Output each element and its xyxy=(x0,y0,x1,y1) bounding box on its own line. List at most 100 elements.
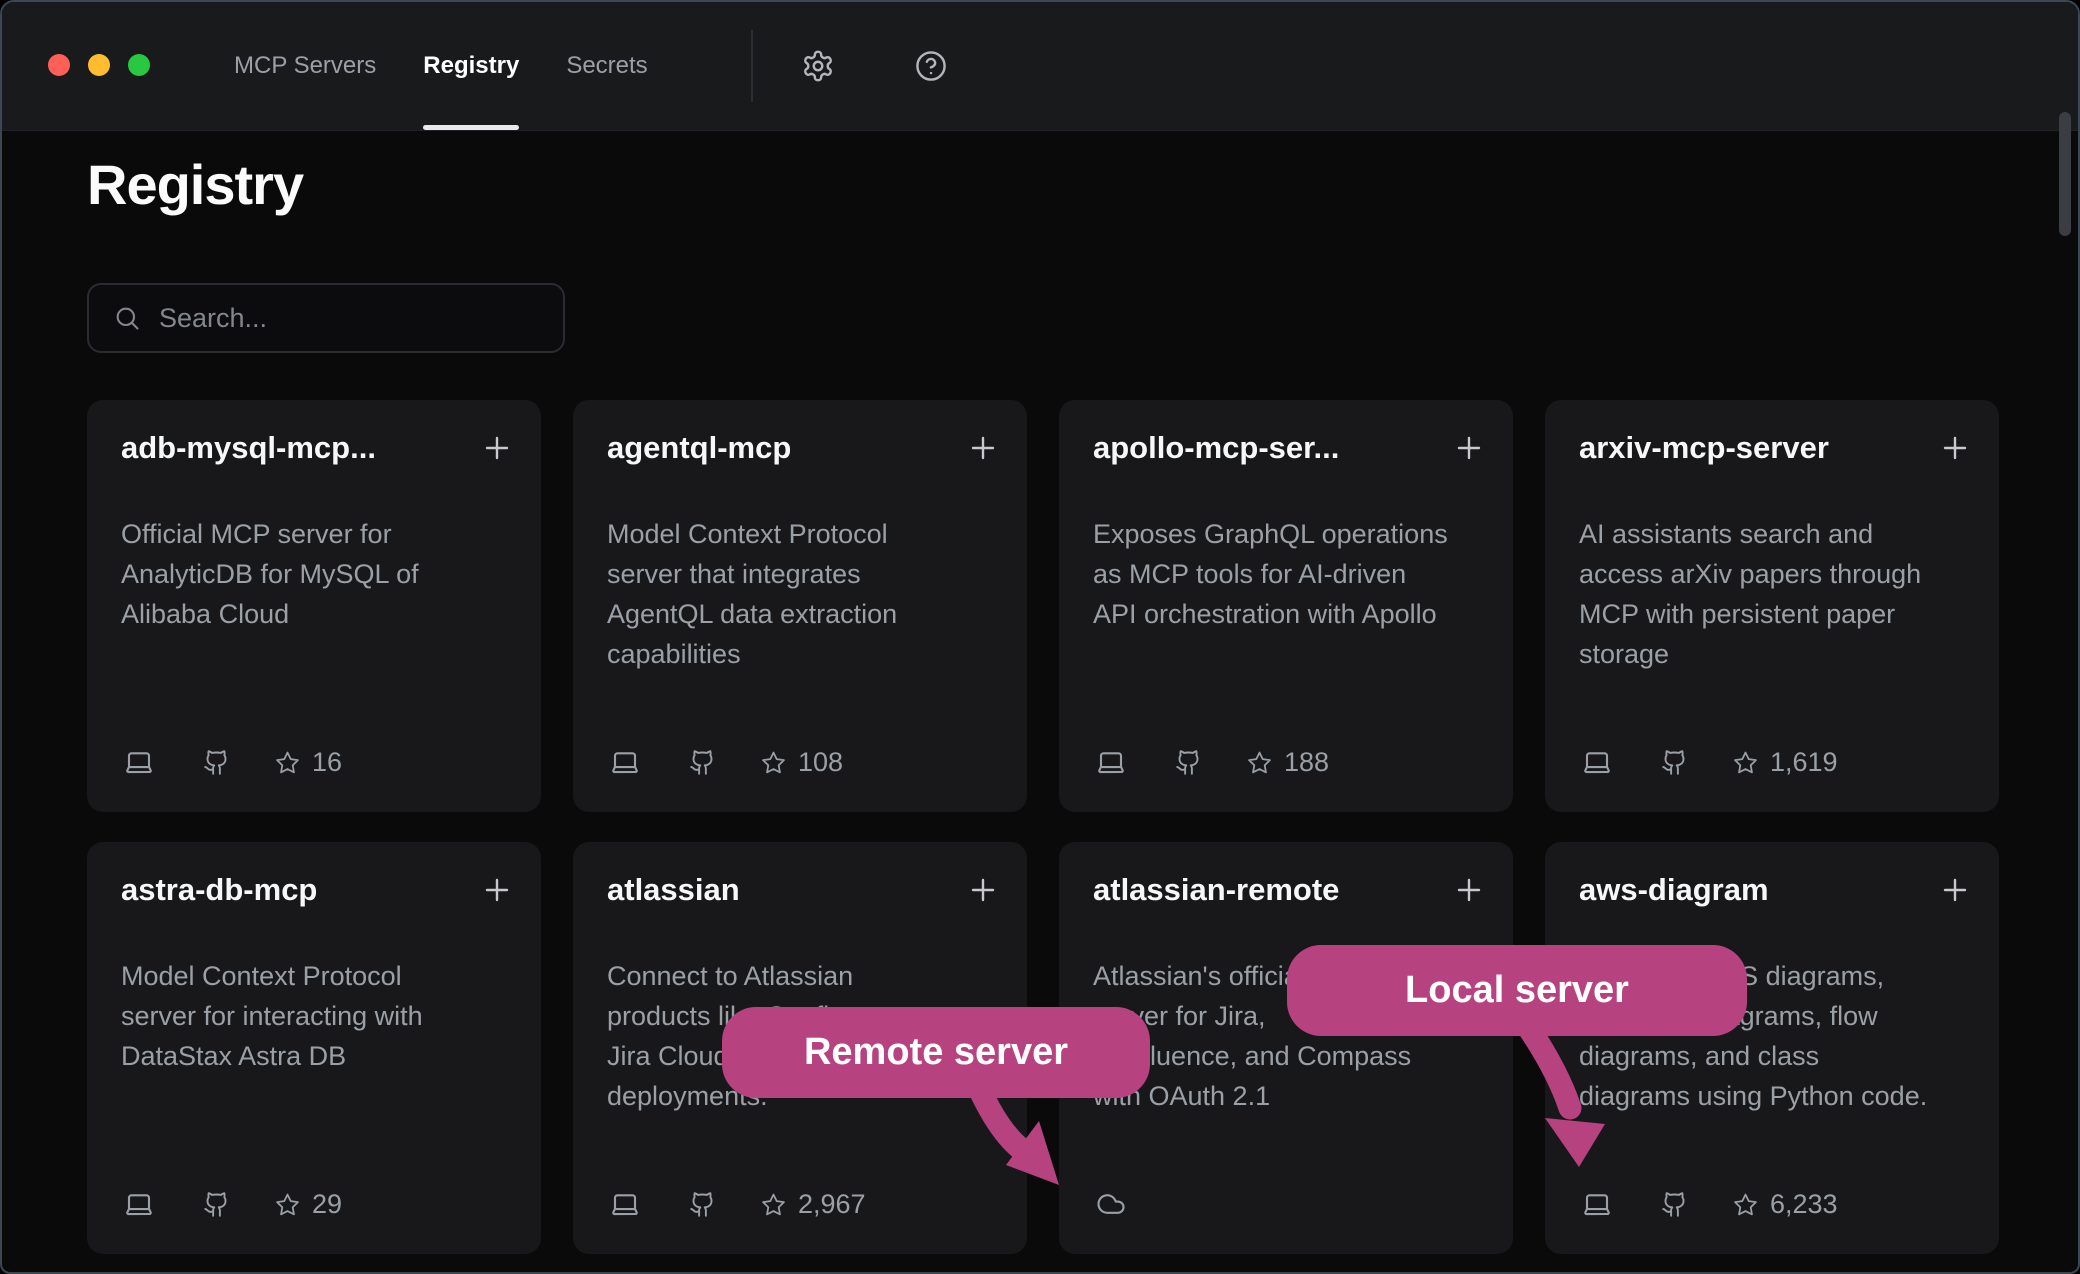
server-description: Official MCP server forAnalyticDB for My… xyxy=(121,514,515,634)
description-line: DataStax Astra DB xyxy=(121,1036,515,1076)
description-line: Confluence, and Compass xyxy=(1093,1036,1487,1076)
search-icon xyxy=(113,304,141,332)
star-count: 6,233 xyxy=(1770,1189,1838,1220)
github-icon xyxy=(689,749,716,776)
description-line: access arXiv papers through xyxy=(1579,554,1973,594)
star-icon xyxy=(761,1192,786,1217)
card-header: aws-diagram xyxy=(1579,872,1971,908)
star-count: 188 xyxy=(1284,747,1329,778)
star-icon xyxy=(1733,750,1758,775)
github-icon xyxy=(203,749,230,776)
server-name: adb-mysql-mcp... xyxy=(121,430,376,466)
add-server-button[interactable] xyxy=(481,874,513,906)
laptop-icon xyxy=(607,1189,643,1219)
add-server-button[interactable] xyxy=(967,432,999,464)
search-input[interactable] xyxy=(157,302,539,335)
scrollbar-thumb[interactable] xyxy=(2059,112,2071,236)
server-card[interactable]: astra-db-mcp Model Context Protocolserve… xyxy=(87,842,541,1254)
tab-label: Registry xyxy=(423,52,519,80)
nav-tabs: MCP Servers Registry Secrets xyxy=(234,2,949,130)
laptop-icon xyxy=(607,747,643,777)
card-footer: 16 xyxy=(121,746,342,778)
remote-server-callout: Remote server xyxy=(722,1007,1150,1098)
star-icon xyxy=(1247,750,1272,775)
server-card[interactable]: apollo-mcp-ser... Exposes GraphQL operat… xyxy=(1059,400,1513,812)
card-header: atlassian xyxy=(607,872,999,908)
card-header: arxiv-mcp-server xyxy=(1579,430,1971,466)
star-count: 2,967 xyxy=(798,1189,866,1220)
server-name: astra-db-mcp xyxy=(121,872,317,908)
server-card[interactable]: agentql-mcp Model Context Protocolserver… xyxy=(573,400,1027,812)
description-line: server that integrates xyxy=(607,554,1001,594)
description-line: server for interacting with xyxy=(121,996,515,1036)
add-server-button[interactable] xyxy=(1453,874,1485,906)
callout-label: Remote server xyxy=(804,1031,1068,1074)
star-icon xyxy=(1733,1192,1758,1217)
server-card[interactable]: arxiv-mcp-server AI assistants search an… xyxy=(1545,400,1999,812)
card-footer: 188 xyxy=(1093,746,1329,778)
plus-icon xyxy=(1453,874,1485,906)
tab-secrets[interactable]: Secrets xyxy=(566,2,647,130)
plus-icon xyxy=(1453,432,1485,464)
tab-label: Secrets xyxy=(566,52,647,80)
plus-icon xyxy=(967,432,999,464)
server-description: Model Context Protocolserver that integr… xyxy=(607,514,1001,674)
server-name: arxiv-mcp-server xyxy=(1579,430,1829,466)
tab-label: MCP Servers xyxy=(234,52,376,80)
plus-icon xyxy=(481,874,513,906)
help-circle-icon xyxy=(914,49,948,83)
github-icon xyxy=(689,1191,716,1218)
card-header: adb-mysql-mcp... xyxy=(121,430,513,466)
page-title: Registry xyxy=(87,152,303,217)
local-server-callout: Local server xyxy=(1287,945,1747,1036)
description-line: as MCP tools for AI-driven xyxy=(1093,554,1487,594)
callout-label: Local server xyxy=(1405,969,1629,1012)
github-icon xyxy=(1661,749,1688,776)
add-server-button[interactable] xyxy=(481,432,513,464)
description-line: API orchestration with Apollo xyxy=(1093,594,1487,634)
server-description: AI assistants search andaccess arXiv pap… xyxy=(1579,514,1973,674)
laptop-icon xyxy=(121,1189,157,1219)
card-header: atlassian-remote xyxy=(1093,872,1485,908)
add-server-button[interactable] xyxy=(1939,874,1971,906)
server-card[interactable]: aws-diagram Generate AWS diagrams,sequen… xyxy=(1545,842,1999,1254)
description-line: storage xyxy=(1579,634,1973,674)
description-line: AI assistants search and xyxy=(1579,514,1973,554)
plus-icon xyxy=(1939,874,1971,906)
card-header: astra-db-mcp xyxy=(121,872,513,908)
tab-registry[interactable]: Registry xyxy=(423,2,519,130)
minimize-button[interactable] xyxy=(88,54,110,76)
close-button[interactable] xyxy=(48,54,70,76)
server-card[interactable]: adb-mysql-mcp... Official MCP server for… xyxy=(87,400,541,812)
description-line: capabilities xyxy=(607,634,1001,674)
server-name: atlassian-remote xyxy=(1093,872,1339,908)
add-server-button[interactable] xyxy=(967,874,999,906)
star-icon xyxy=(275,1192,300,1217)
description-line: diagrams using Python code. xyxy=(1579,1076,1973,1116)
settings-button[interactable] xyxy=(800,2,836,130)
description-line: Official MCP server for xyxy=(121,514,515,554)
laptop-icon xyxy=(1093,747,1129,777)
add-server-button[interactable] xyxy=(1453,432,1485,464)
help-button[interactable] xyxy=(913,2,949,130)
description-line: with OAuth 2.1 xyxy=(1093,1076,1487,1116)
server-name: agentql-mcp xyxy=(607,430,791,466)
zoom-button[interactable] xyxy=(128,54,150,76)
card-footer xyxy=(1093,1188,1129,1220)
description-line: Connect to Atlassian xyxy=(607,956,1001,996)
description-line: Model Context Protocol xyxy=(121,956,515,996)
server-name: aws-diagram xyxy=(1579,872,1769,908)
server-description: Model Context Protocolserver for interac… xyxy=(121,956,515,1076)
add-server-button[interactable] xyxy=(1939,432,1971,464)
card-footer: 1,619 xyxy=(1579,746,1838,778)
laptop-icon xyxy=(1579,747,1615,777)
description-line: AgentQL data extraction xyxy=(607,594,1001,634)
server-name: apollo-mcp-ser... xyxy=(1093,430,1339,466)
server-name: atlassian xyxy=(607,872,740,908)
star-icon xyxy=(761,750,786,775)
description-line: diagrams, and class xyxy=(1579,1036,1973,1076)
github-icon xyxy=(1661,1191,1688,1218)
star-count: 29 xyxy=(312,1189,342,1220)
tab-mcp-servers[interactable]: MCP Servers xyxy=(234,2,376,130)
card-header: agentql-mcp xyxy=(607,430,999,466)
